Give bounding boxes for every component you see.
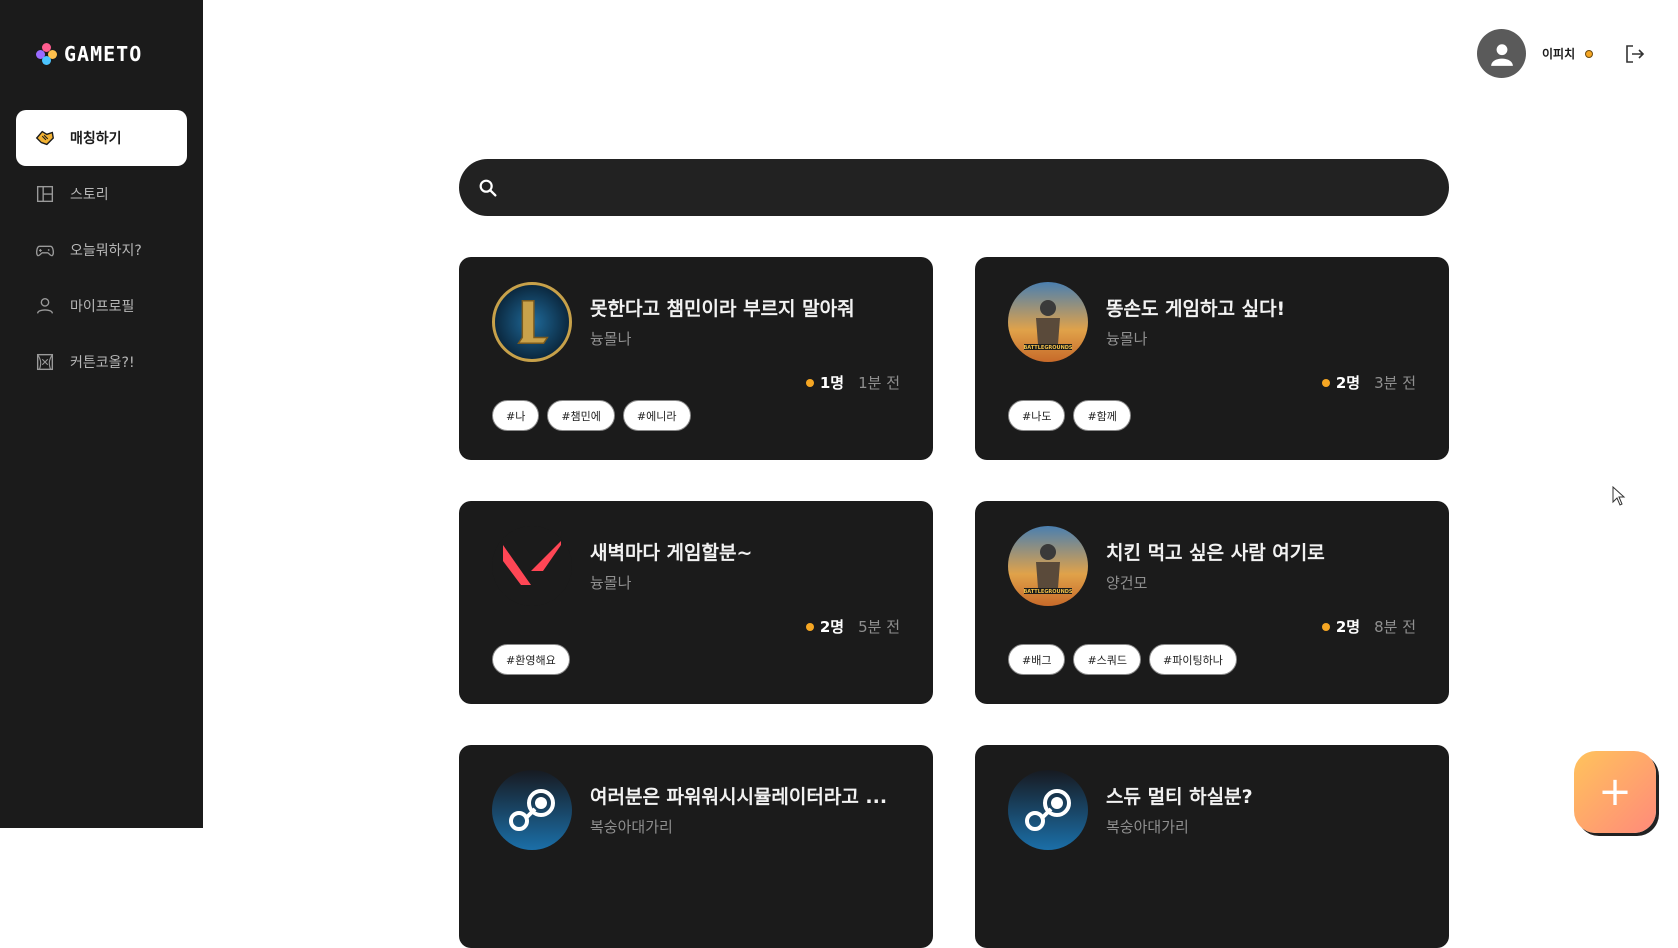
cursor-icon: [1612, 486, 1626, 506]
sidebar-item-curtain[interactable]: 커튼코올?!: [16, 334, 187, 390]
steam-icon: [492, 770, 572, 850]
pubg-icon: BATTLEGROUNDS: [1008, 282, 1088, 362]
app-logo[interactable]: GAMETO: [36, 42, 142, 66]
tag[interactable]: #파이팅하나: [1149, 644, 1237, 675]
card-author: 늉몰나: [1106, 330, 1148, 348]
tag[interactable]: #나도: [1008, 400, 1066, 431]
avatar[interactable]: [1477, 29, 1526, 78]
post-time: 1분 전: [858, 374, 900, 392]
card-author: 늉몰나: [590, 574, 632, 592]
member-count: 2명: [805, 616, 845, 637]
coin-icon: [1321, 622, 1330, 631]
create-match-button[interactable]: +: [1574, 751, 1656, 833]
member-count-text: 2명: [1335, 618, 1361, 636]
sidebar-item-label: 커튼코올?!: [70, 355, 135, 371]
tag-list: #나도 #함께: [1008, 400, 1131, 431]
member-count-text: 2명: [1335, 374, 1361, 392]
card-meta: 2명 8분 전: [1321, 616, 1416, 637]
tag-list: #나 #챔민에 #에니라: [492, 400, 691, 431]
sidebar-nav: 매칭하기 스토리 오늘뭐하지? 마이프로필 커튼코올?!: [16, 110, 187, 390]
tag[interactable]: #나: [492, 400, 540, 431]
member-count-text: 2명: [819, 618, 845, 636]
coin-icon: [1321, 378, 1330, 387]
post-time: 3분 전: [1374, 374, 1416, 392]
logout-icon[interactable]: [1623, 42, 1647, 66]
match-card[interactable]: BATTLEGROUNDS 치킨 먹고 싶은 사람 여기로 양건모 2명 8분 …: [975, 501, 1449, 704]
card-author: 복숭아대가리: [1106, 818, 1189, 836]
curtain-icon: [36, 353, 54, 371]
gamepad-icon: [36, 245, 54, 257]
logo-icon: [36, 43, 58, 65]
card-title: 치킨 먹고 싶은 사람 여기로: [1106, 542, 1325, 564]
user-icon: [36, 297, 54, 314]
post-time: 5분 전: [858, 618, 900, 636]
username: 이피치: [1542, 47, 1576, 61]
search-input[interactable]: [509, 178, 1449, 197]
logo-text: GAMETO: [64, 42, 143, 66]
match-card[interactable]: 못한다고 챔민이라 부르지 말아줘 늉몰나 1명 1분 전 #나 #챔민에 #에…: [459, 257, 933, 460]
layout-icon: [36, 185, 54, 203]
search-icon: [479, 179, 497, 197]
card-author: 복숭아대가리: [590, 818, 673, 836]
card-title: 못한다고 챔민이라 부르지 말아줘: [590, 298, 855, 320]
tag-list: #배그 #스쿼드 #파이팅하나: [1008, 644, 1237, 675]
card-author: 양건모: [1106, 574, 1148, 592]
match-card[interactable]: BATTLEGROUNDS 똥손도 게임하고 싶다! 늉몰나 2명 3분 전 #…: [975, 257, 1449, 460]
search-bar: [459, 159, 1449, 216]
card-meta: 1명 1분 전: [805, 372, 900, 393]
steam-icon: [1008, 770, 1088, 850]
sidebar-item-label: 스토리: [70, 187, 109, 203]
sidebar-item-label: 마이프로필: [70, 299, 135, 315]
tag[interactable]: #에니라: [622, 400, 691, 431]
svg-text:BATTLEGROUNDS: BATTLEGROUNDS: [1023, 589, 1072, 595]
svg-text:BATTLEGROUNDS: BATTLEGROUNDS: [1023, 345, 1072, 351]
sidebar-item-label: 오늘뭐하지?: [70, 243, 142, 259]
tag[interactable]: #배그: [1008, 644, 1066, 675]
lol-icon: [492, 282, 572, 362]
valorant-icon: [492, 526, 572, 606]
tag[interactable]: #함께: [1073, 400, 1131, 431]
coin-icon: [805, 622, 814, 631]
tag[interactable]: #챔민에: [547, 400, 615, 431]
user-menu: 이피치: [1477, 29, 1647, 78]
sidebar-item-matching[interactable]: 매칭하기: [16, 110, 187, 166]
match-card[interactable]: 새벽마다 게임할분~ 늉몰나 2명 5분 전 #환영해요: [459, 501, 933, 704]
card-meta: 2명 3분 전: [1321, 372, 1416, 393]
pubg-icon: BATTLEGROUNDS: [1008, 526, 1088, 606]
card-title: 스듀 멀티 하실분?: [1106, 786, 1253, 808]
tag[interactable]: #스쿼드: [1073, 644, 1142, 675]
card-meta: 2명 5분 전: [805, 616, 900, 637]
card-title: 여러분은 파워워시시뮬레이터라고 ...: [590, 786, 888, 808]
coin-icon: [1585, 49, 1594, 58]
member-count-text: 1명: [819, 374, 845, 392]
sidebar-item-story[interactable]: 스토리: [16, 166, 187, 222]
tag-list: #환영해요: [492, 644, 570, 675]
card-title: 똥손도 게임하고 싶다!: [1106, 298, 1286, 320]
match-card[interactable]: 스듀 멀티 하실분? 복숭아대가리: [975, 745, 1449, 948]
post-time: 8분 전: [1374, 618, 1416, 636]
sidebar-item-today[interactable]: 오늘뭐하지?: [16, 222, 187, 278]
handshake-icon: [35, 130, 54, 146]
member-count: 2명: [1321, 372, 1361, 393]
member-count: 1명: [805, 372, 845, 393]
user-icon: [1490, 43, 1513, 66]
tag[interactable]: #환영해요: [492, 644, 570, 675]
sidebar-item-label: 매칭하기: [70, 131, 122, 147]
card-title: 새벽마다 게임할분~: [590, 542, 753, 564]
member-count: 2명: [1321, 616, 1361, 637]
match-card[interactable]: 여러분은 파워워시시뮬레이터라고 ... 복숭아대가리: [459, 745, 933, 948]
sidebar: GAMETO 매칭하기 스토리 오늘뭐하지? 마이프로필 커튼코올?!: [0, 0, 203, 828]
sidebar-item-profile[interactable]: 마이프로필: [16, 278, 187, 334]
card-author: 늉몰나: [590, 330, 632, 348]
coin-icon: [805, 378, 814, 387]
